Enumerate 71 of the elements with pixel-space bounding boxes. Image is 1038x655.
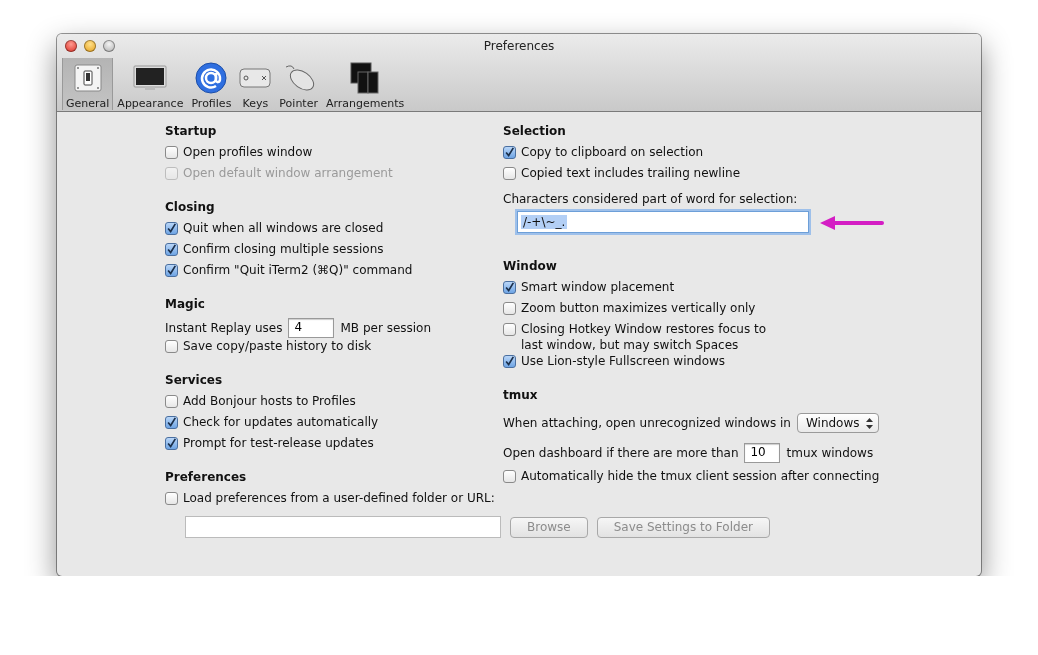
section-heading: Preferences — [165, 469, 248, 485]
field-label: Characters considered part of word for selection: — [503, 191, 799, 208]
checkbox[interactable] — [503, 281, 516, 294]
text-field[interactable]: /-+\~_. — [517, 211, 809, 233]
section-heading: Services — [165, 372, 224, 388]
field-label: MB per session — [340, 320, 432, 335]
popup-button[interactable]: Windows — [796, 413, 879, 433]
section-heading: Closing — [165, 199, 216, 215]
number-field[interactable]: 10 — [744, 443, 781, 463]
keyboard-key-icon — [239, 67, 272, 89]
checkbox[interactable] — [503, 470, 516, 483]
checkbox-label: Smart window placement — [521, 279, 675, 295]
zoom-button[interactable] — [103, 40, 115, 52]
folder-button: Save Settings to Folder — [596, 516, 770, 538]
stacked-windows-icon — [349, 62, 382, 94]
checkbox[interactable] — [165, 340, 178, 353]
checkbox[interactable] — [503, 355, 516, 368]
section-heading: tmux — [503, 387, 539, 403]
window-title: Preferences — [483, 39, 555, 53]
checkbox[interactable] — [165, 492, 178, 505]
checkbox-label: Check for updates automatically — [183, 414, 379, 430]
at-sign-icon — [195, 62, 228, 94]
checkbox-label: Confirm "Quit iTerm2 (⌘Q)" command — [183, 262, 413, 278]
checkbox[interactable] — [165, 395, 178, 408]
checkbox-label: Open profiles window — [183, 144, 313, 160]
minimize-button[interactable] — [84, 40, 96, 52]
toolbar-tab[interactable]: Profiles — [187, 58, 236, 110]
checkbox[interactable] — [165, 264, 178, 277]
checkbox[interactable] — [165, 243, 178, 256]
toolbar-tab[interactable]: Keys — [235, 58, 276, 110]
checkbox-label: Copied text includes trailing newline — [521, 165, 741, 181]
checkbox[interactable] — [503, 323, 516, 336]
field-label: tmux windows — [786, 446, 874, 460]
checkbox-label: Load preferences from a user-defined folder or URL: — [183, 490, 495, 506]
checkbox-label: Save copy/paste history to disk — [183, 338, 372, 354]
section-heading: Selection — [503, 123, 567, 139]
close-button[interactable] — [65, 40, 77, 52]
folder-button: Browse — [510, 516, 588, 538]
checkbox[interactable] — [165, 416, 178, 429]
section-heading: Magic — [165, 296, 206, 312]
toolbar-tab[interactable]: Appearance — [113, 58, 188, 110]
checkbox-label: Confirm closing multiple sessions — [183, 241, 384, 257]
field-label: When attaching, open unrecognized windows in — [503, 416, 791, 430]
checkbox-label: Add Bonjour hosts to Profiles — [183, 393, 356, 409]
field-label: Instant Replay uses — [165, 320, 283, 335]
checkbox-label: Prompt for test-release updates — [183, 435, 374, 451]
toolbar-tab[interactable]: General — [62, 58, 114, 110]
annotation-arrow — [820, 215, 884, 231]
checkbox[interactable] — [503, 302, 516, 315]
path-field[interactable] — [185, 516, 501, 538]
checkbox[interactable] — [165, 222, 178, 235]
checkbox-label: Zoom button maximizes vertically only — [521, 300, 756, 316]
checkbox[interactable] — [503, 167, 516, 180]
checkbox-label: Closing Hotkey Window restores focus to last window, but may switch Spaces — [521, 321, 767, 353]
field-label: Open dashboard if there are more than — [503, 446, 739, 460]
section-heading: Startup — [165, 123, 218, 139]
checkbox-label: Open default window arrangement — [183, 165, 393, 181]
checkbox-label: Automatically hide the tmux client session after connecting — [521, 468, 880, 484]
section-heading: Window — [503, 258, 558, 274]
checkbox[interactable] — [503, 146, 516, 159]
checkbox[interactable] — [165, 146, 178, 159]
toggle-switch-icon — [72, 63, 103, 93]
number-field[interactable]: 4 — [288, 317, 335, 338]
checkbox-label: Use Lion-style Fullscreen windows — [521, 353, 726, 369]
checkbox[interactable] — [165, 437, 178, 450]
toolbar-tab[interactable]: Pointer — [275, 58, 322, 110]
toolbar-tab[interactable]: Arrangements — [321, 58, 409, 110]
checkbox-label: Copy to clipboard on selection — [521, 144, 704, 160]
monitor-icon — [133, 63, 168, 93]
checkbox-label: Quit when all windows are closed — [183, 220, 384, 236]
updown-arrows-icon — [865, 417, 873, 429]
